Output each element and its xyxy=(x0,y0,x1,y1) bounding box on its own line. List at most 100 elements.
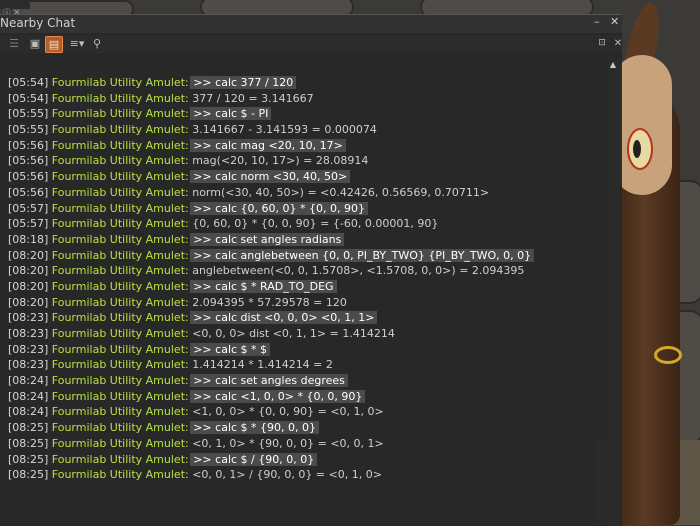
chat-sender-link[interactable]: Fourmilab Utility Amulet: xyxy=(52,76,189,89)
chat-command-text: >> calc $ - PI xyxy=(190,107,272,121)
chat-command-text: >> calc 377 / 120 xyxy=(190,76,297,89)
chat-result-text: <0, 1, 0> * {90, 0, 0} = <0, 0, 1> xyxy=(192,436,384,450)
chat-sender-link[interactable]: Fourmilab Utility Amulet: xyxy=(52,453,189,466)
chat-timestamp: [08:20] xyxy=(8,295,49,309)
chat-result-text: <0, 0, 1> / {90, 0, 0} = <0, 1, 0> xyxy=(192,468,382,482)
chat-timestamp: [08:23] xyxy=(8,327,49,340)
dock-icon[interactable]: ⊡ xyxy=(594,36,610,51)
chat-command-text: >> calc <1, 0, 0> * {0, 0, 90} xyxy=(190,389,366,403)
chat-command-text: >> calc anglebetween {0, 0, PI_BY_TWO} {… xyxy=(190,248,535,262)
chat-sender-link[interactable]: Fourmilab Utility Amulet: xyxy=(52,296,189,309)
chat-bubble-icon[interactable]: ▣ xyxy=(27,36,43,51)
scroll-up-icon[interactable]: ▲ xyxy=(606,59,620,70)
chat-sender-link[interactable]: Fourmilab Utility Amulet: xyxy=(52,123,189,136)
search-icon[interactable]: ⚲ xyxy=(89,36,105,51)
chat-line: [08:25] Fourmilab Utility Amulet: <0, 0,… xyxy=(8,467,598,483)
chat-result-text: <0, 0, 0> dist <0, 1, 1> = 1.414214 xyxy=(192,327,395,340)
chat-timestamp: [08:25] xyxy=(8,452,49,466)
chat-line: [05:57] Fourmilab Utility Amulet: >> cal… xyxy=(8,201,598,217)
chat-line: [05:55] Fourmilab Utility Amulet: 3.1416… xyxy=(8,122,598,138)
chat-line: [08:18] Fourmilab Utility Amulet: >> cal… xyxy=(8,232,598,248)
chat-result-text: {0, 60, 0} * {0, 0, 90} = {-60, 0.00001,… xyxy=(192,217,439,231)
chat-sender-link[interactable]: Fourmilab Utility Amulet: xyxy=(52,280,189,293)
chat-history-icon[interactable]: ▤ xyxy=(45,36,63,53)
chat-timestamp: [08:20] xyxy=(8,279,49,293)
nearby-chat-window: Nearby Chat – ✕ ☰ ▣ ▤ ≡▾ ⚲ ⊡ ✕ ▲ [05:54]… xyxy=(0,14,622,526)
chat-line: [05:56] Fourmilab Utility Amulet: norm(<… xyxy=(8,185,598,201)
mini-floater[interactable]: ⓘ ✕ xyxy=(0,0,30,17)
chat-sender-link[interactable]: Fourmilab Utility Amulet: xyxy=(52,437,189,450)
chat-line: [08:23] Fourmilab Utility Amulet: <0, 0,… xyxy=(8,326,598,342)
chat-sender-link[interactable]: Fourmilab Utility Amulet: xyxy=(52,264,189,277)
chat-sender-link[interactable]: Fourmilab Utility Amulet: xyxy=(52,421,189,434)
chat-sender-link[interactable]: Fourmilab Utility Amulet: xyxy=(52,233,189,246)
chat-sender-link[interactable]: Fourmilab Utility Amulet: xyxy=(52,374,189,387)
chat-line: [05:57] Fourmilab Utility Amulet: {0, 60… xyxy=(8,216,598,232)
chat-timestamp: [08:25] xyxy=(8,436,49,450)
chat-sender-link[interactable]: Fourmilab Utility Amulet: xyxy=(52,468,189,481)
people-icon[interactable]: ☰ xyxy=(6,36,22,51)
chat-line: [05:56] Fourmilab Utility Amulet: >> cal… xyxy=(8,169,598,185)
chat-command-text: >> calc mag <20, 10, 17> xyxy=(190,138,346,152)
chat-line: [08:20] Fourmilab Utility Amulet: >> cal… xyxy=(8,248,598,264)
chat-line: [08:25] Fourmilab Utility Amulet: >> cal… xyxy=(8,452,598,468)
chat-command-text: >> calc $ * {90, 0, 0} xyxy=(190,421,320,435)
chat-result-text: mag(<20, 10, 17>) = 28.08914 xyxy=(192,154,369,168)
chat-timestamp: [08:20] xyxy=(8,264,49,278)
chat-log[interactable]: [05:54] Fourmilab Utility Amulet: >> cal… xyxy=(8,75,598,483)
chat-line: [08:20] Fourmilab Utility Amulet: 2.0943… xyxy=(8,295,598,311)
chat-timestamp: [08:25] xyxy=(8,421,49,435)
chat-result-text: 2.094395 * 57.29578 = 120 xyxy=(192,295,347,309)
chat-line: [08:25] Fourmilab Utility Amulet: >> cal… xyxy=(8,420,598,436)
avatar-pupil xyxy=(633,140,641,158)
chat-sender-link[interactable]: Fourmilab Utility Amulet: xyxy=(52,311,189,324)
chat-timestamp: [05:54] xyxy=(8,91,49,105)
chat-line: [08:20] Fourmilab Utility Amulet: >> cal… xyxy=(8,279,598,295)
chat-command-text: >> calc $ / {90, 0, 0} xyxy=(190,452,318,466)
chat-timestamp: [05:56] xyxy=(8,138,49,152)
chat-line: [08:23] Fourmilab Utility Amulet: >> cal… xyxy=(8,342,598,358)
chat-sender-link[interactable]: Fourmilab Utility Amulet: xyxy=(52,390,189,403)
avatar-bracelet xyxy=(654,346,682,364)
chat-sender-link[interactable]: Fourmilab Utility Amulet: xyxy=(52,139,189,152)
chat-timestamp: [08:18] xyxy=(8,232,49,246)
chat-line: [08:24] Fourmilab Utility Amulet: >> cal… xyxy=(8,389,598,405)
chat-sender-link[interactable]: Fourmilab Utility Amulet: xyxy=(52,217,189,230)
chat-sender-link[interactable]: Fourmilab Utility Amulet: xyxy=(52,343,189,356)
chat-timestamp: [05:56] xyxy=(8,170,49,184)
options-menu-icon[interactable]: ≡▾ xyxy=(66,36,88,51)
chat-sender-link[interactable]: Fourmilab Utility Amulet: xyxy=(52,92,189,105)
chat-sender-link[interactable]: Fourmilab Utility Amulet: xyxy=(52,405,189,418)
chat-line: [08:24] Fourmilab Utility Amulet: <1, 0,… xyxy=(8,404,598,420)
chat-line: [05:54] Fourmilab Utility Amulet: >> cal… xyxy=(8,75,598,91)
chat-result-text: anglebetween(<0, 0, 1.5708>, <1.5708, 0,… xyxy=(192,264,525,278)
chat-timestamp: [05:56] xyxy=(8,154,49,168)
chat-timestamp: [05:55] xyxy=(8,107,49,121)
chat-timestamp: [08:25] xyxy=(8,468,49,482)
chat-timestamp: [08:24] xyxy=(8,374,49,388)
chat-timestamp: [08:23] xyxy=(8,311,49,325)
chat-scrollbar[interactable]: ▲ xyxy=(606,59,620,526)
chat-line: [05:56] Fourmilab Utility Amulet: mag(<2… xyxy=(8,153,598,169)
chat-sender-link[interactable]: Fourmilab Utility Amulet: xyxy=(52,154,189,167)
popout-close-icon[interactable]: ✕ xyxy=(610,36,626,51)
chat-result-text: 3.141667 - 3.141593 = 0.000074 xyxy=(192,123,377,137)
chat-timestamp: [05:57] xyxy=(8,201,49,215)
chat-sender-link[interactable]: Fourmilab Utility Amulet: xyxy=(52,327,189,340)
close-button[interactable]: ✕ xyxy=(610,15,619,28)
chat-command-text: >> calc {0, 60, 0} * {0, 0, 90} xyxy=(190,201,368,215)
chat-sender-link[interactable]: Fourmilab Utility Amulet: xyxy=(52,202,189,215)
chat-line: [08:23] Fourmilab Utility Amulet: >> cal… xyxy=(8,310,598,326)
chat-sender-link[interactable]: Fourmilab Utility Amulet: xyxy=(52,107,189,120)
chat-sender-link[interactable]: Fourmilab Utility Amulet: xyxy=(52,249,189,262)
chat-sender-link[interactable]: Fourmilab Utility Amulet: xyxy=(52,170,189,183)
minimize-button[interactable]: – xyxy=(594,15,600,28)
chat-sender-link[interactable]: Fourmilab Utility Amulet: xyxy=(52,186,189,199)
chat-timestamp: [08:23] xyxy=(8,342,49,356)
chat-command-text: >> calc $ * $ xyxy=(190,342,271,356)
chat-timestamp: [05:56] xyxy=(8,185,49,199)
chat-sender-link[interactable]: Fourmilab Utility Amulet: xyxy=(52,358,189,371)
chat-timestamp: [08:24] xyxy=(8,405,49,419)
window-titlebar[interactable]: Nearby Chat – ✕ xyxy=(0,15,622,33)
chat-line: [08:25] Fourmilab Utility Amulet: <0, 1,… xyxy=(8,436,598,452)
